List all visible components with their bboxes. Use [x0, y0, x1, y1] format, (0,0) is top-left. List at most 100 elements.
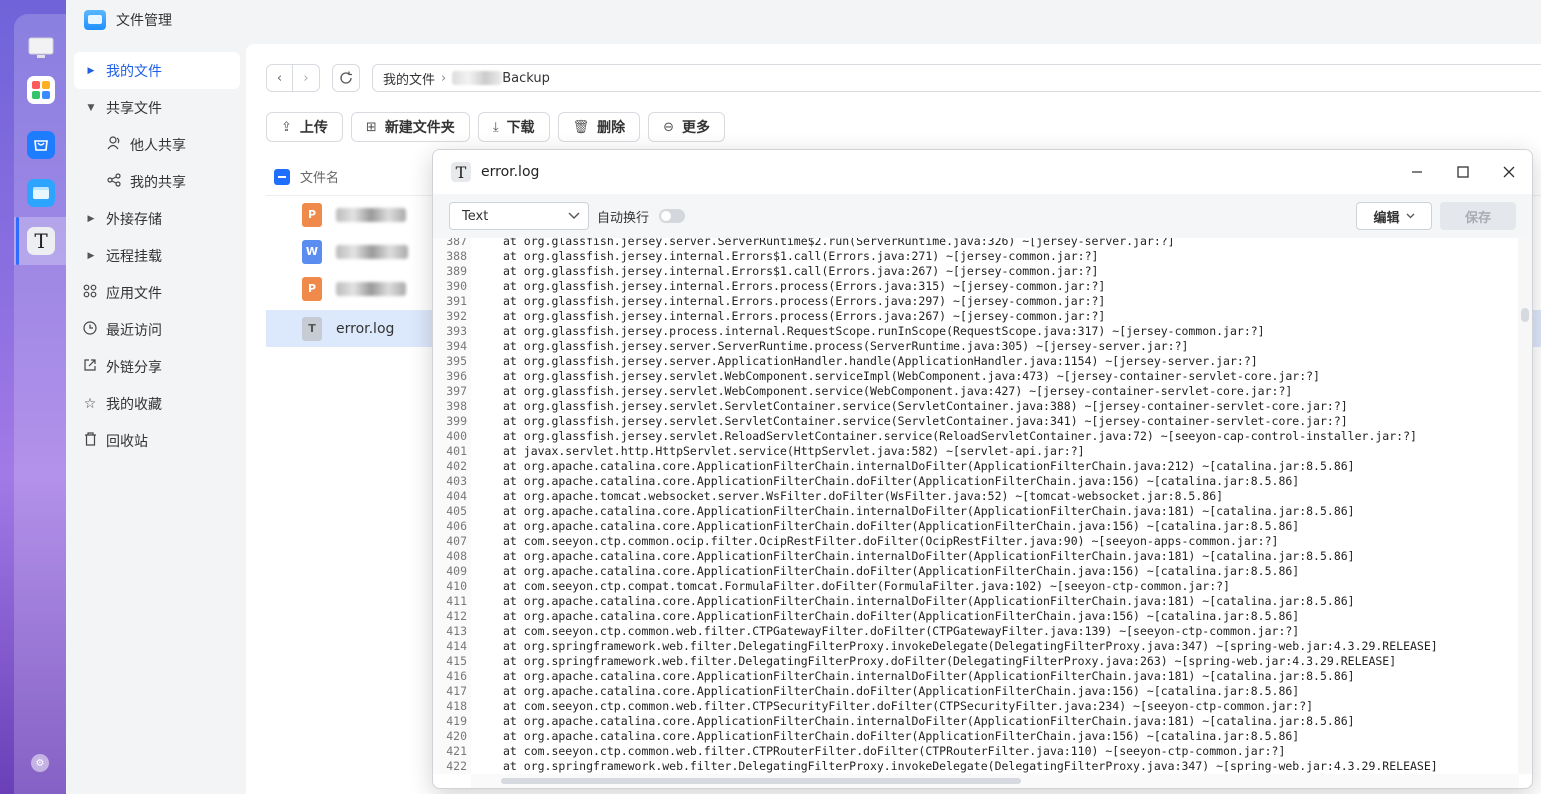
breadcrumb[interactable]: 我的文件 › Backup [372, 64, 1541, 92]
code-line[interactable]: 415 at org.springframework.web.filter.Del… [433, 654, 1396, 669]
code-line[interactable]: 392 at org.glassfish.jersey.internal.Erro… [433, 309, 1105, 324]
line-number: 393 [446, 324, 467, 338]
code-line[interactable]: 416 at org.apache.catalina.core.Applicati… [433, 669, 1354, 684]
minimize-button[interactable] [1394, 150, 1440, 194]
sidebar-item-app-files[interactable]: 应用文件 [74, 274, 240, 311]
code-line[interactable]: 422 at org.springframework.web.filter.Del… [433, 759, 1437, 774]
word-wrap-toggle[interactable] [659, 209, 686, 223]
download-button[interactable]: ⤓ 下载 [477, 112, 550, 142]
code-line[interactable]: 403 at org.apache.catalina.core.Applicati… [433, 474, 1299, 489]
horizontal-scroll-thumb[interactable] [501, 778, 1021, 784]
sidebar-item-shared-with-me[interactable]: 他人共享 [74, 126, 240, 163]
delete-button[interactable]: 🗑 删除 [557, 112, 641, 142]
save-button[interactable]: 保存 [1440, 202, 1516, 230]
line-text: at org.glassfish.jersey.process.internal… [503, 324, 1265, 338]
code-line[interactable]: 404 at org.apache.tomcat.websocket.server… [433, 489, 1223, 504]
line-number: 410 [446, 579, 467, 593]
line-number: 389 [446, 264, 467, 278]
sidebar: ▶ 我的文件 ▼ 共享文件 他人共享 我的共享 ▶ 外接存储 ▶ 远程挂载 应用… [74, 52, 240, 459]
code-line[interactable]: 407 at com.seeyon.ctp.common.ocip.filter.… [433, 534, 1278, 549]
sidebar-item-shared-files[interactable]: ▼ 共享文件 [74, 89, 240, 126]
code-line[interactable]: 409 at org.apache.catalina.core.Applicati… [433, 564, 1299, 579]
line-text: at org.glassfish.jersey.internal.Errors.… [503, 294, 1106, 308]
line-number: 388 [446, 249, 467, 263]
code-line[interactable]: 412 at org.apache.catalina.core.Applicati… [433, 609, 1299, 624]
line-number: 394 [446, 339, 467, 353]
more-button[interactable]: ⊖ 更多 [648, 112, 725, 142]
horizontal-scrollbar[interactable] [471, 774, 1519, 788]
new-folder-button[interactable]: ⊞ 新建文件夹 [350, 112, 470, 142]
code-line[interactable]: 408 at org.apache.catalina.core.Applicati… [433, 549, 1354, 564]
code-line[interactable]: 388 at org.glassfish.jersey.internal.Erro… [433, 249, 1098, 264]
code-line[interactable]: 399 at org.glassfish.jersey.servlet.Servl… [433, 414, 1347, 429]
sidebar-item-my-shares[interactable]: 我的共享 [74, 163, 240, 200]
code-line[interactable]: 420 at org.apache.catalina.core.Applicati… [433, 729, 1299, 744]
sidebar-item-recent[interactable]: 最近访问 [74, 311, 240, 348]
vertical-scroll-thumb[interactable] [1521, 308, 1529, 322]
edit-menu-button[interactable]: 编辑 [1356, 202, 1432, 230]
code-line[interactable]: 419 at org.apache.catalina.core.Applicati… [433, 714, 1354, 729]
code-line[interactable]: 398 at org.glassfish.jersey.servlet.Servl… [433, 399, 1347, 414]
code-line[interactable]: 395 at org.glassfish.jersey.server.Applic… [433, 354, 1257, 369]
close-button[interactable] [1486, 150, 1532, 194]
column-name[interactable]: 文件名 [300, 167, 339, 186]
dock-settings-icon[interactable]: ⚙ [31, 754, 49, 772]
sidebar-item-my-files[interactable]: ▶ 我的文件 [74, 52, 240, 89]
more-icon: ⊖ [663, 119, 674, 135]
code-line[interactable]: 414 at org.springframework.web.filter.Del… [433, 639, 1438, 654]
vertical-scrollbar[interactable] [1518, 238, 1532, 774]
code-line[interactable]: 397 at org.glassfish.jersey.servlet.WebCo… [433, 384, 1292, 399]
line-text: at org.springframework.web.filter.Delega… [503, 639, 1438, 653]
code-line[interactable]: 410 at com.seeyon.ctp.compat.tomcat.Formu… [433, 579, 1230, 594]
app-center-icon[interactable] [27, 76, 55, 104]
language-select[interactable]: Text [449, 202, 589, 230]
code-line[interactable]: 394 at org.glassfish.jersey.server.Server… [433, 339, 1188, 354]
refresh-button[interactable] [332, 64, 360, 92]
code-line[interactable]: 400 at org.glassfish.jersey.servlet.Reloa… [433, 429, 1417, 444]
code-line[interactable]: 390 at org.glassfish.jersey.internal.Erro… [433, 279, 1105, 294]
code-line[interactable]: 413 at com.seeyon.ctp.common.web.filter.C… [433, 624, 1299, 639]
code-line[interactable]: 417 at org.apache.catalina.core.Applicati… [433, 684, 1299, 699]
code-line[interactable]: 393 at org.glassfish.jersey.process.inter… [433, 324, 1265, 339]
history-nav: ‹ › [266, 64, 320, 92]
line-number: 416 [446, 669, 467, 683]
code-line[interactable]: 411 at org.apache.catalina.core.Applicati… [433, 594, 1354, 609]
breadcrumb-current[interactable]: Backup [502, 71, 550, 86]
sidebar-item-remote-mount[interactable]: ▶ 远程挂载 [74, 237, 240, 274]
code-line[interactable]: 401 at javax.servlet.http.HttpServlet.ser… [433, 444, 1084, 459]
sidebar-item-label: 我的文件 [106, 63, 162, 80]
apps-icon [82, 284, 98, 302]
code-line[interactable]: 387 at org.glassfish.jersey.server.Server… [433, 238, 1174, 249]
code-line[interactable]: 406 at org.apache.catalina.core.Applicati… [433, 519, 1299, 534]
code-line[interactable]: 421 at com.seeyon.ctp.common.web.filter.C… [433, 744, 1285, 759]
code-line[interactable]: 391 at org.glassfish.jersey.internal.Erro… [433, 294, 1105, 309]
code-view[interactable]: 387 at org.glassfish.jersey.server.Server… [433, 238, 1519, 774]
line-number: 390 [446, 279, 467, 293]
select-all-checkbox[interactable] [274, 168, 290, 185]
sidebar-item-link-share[interactable]: 外链分享 [74, 348, 240, 385]
upload-button[interactable]: ⇪ 上传 [266, 112, 343, 142]
maximize-button[interactable] [1440, 150, 1486, 194]
code-line[interactable]: 396 at org.glassfish.jersey.servlet.WebCo… [433, 369, 1320, 384]
code-line[interactable]: 389 at org.glassfish.jersey.internal.Erro… [433, 264, 1098, 279]
editor-title-bar: T error.log [433, 150, 1532, 194]
line-number: 415 [446, 654, 467, 668]
more-label: 更多 [681, 120, 710, 136]
monitor-app-icon[interactable] [27, 34, 55, 62]
sidebar-item-favorites[interactable]: ☆ 我的收藏 [74, 385, 240, 422]
text-editor-app-icon[interactable]: T [16, 217, 55, 265]
close-icon [1503, 166, 1515, 178]
back-button[interactable]: ‹ [267, 65, 293, 91]
breadcrumb-root[interactable]: 我的文件 [383, 69, 435, 88]
code-line[interactable]: 405 at org.apache.catalina.core.Applicati… [433, 504, 1354, 519]
sidebar-item-recycle-bin[interactable]: 回收站 [74, 422, 240, 459]
line-number: 401 [446, 444, 467, 458]
line-number: 417 [446, 684, 467, 698]
forward-button[interactable]: › [293, 65, 319, 91]
sidebar-item-external-storage[interactable]: ▶ 外接存储 [74, 200, 240, 237]
file-manager-app-icon[interactable] [27, 179, 55, 207]
line-text: at org.apache.catalina.core.ApplicationF… [503, 474, 1300, 488]
store-app-icon[interactable] [27, 131, 55, 159]
code-line[interactable]: 402 at org.apache.catalina.core.Applicati… [433, 459, 1354, 474]
code-line[interactable]: 418 at com.seeyon.ctp.common.web.filter.C… [433, 699, 1313, 714]
